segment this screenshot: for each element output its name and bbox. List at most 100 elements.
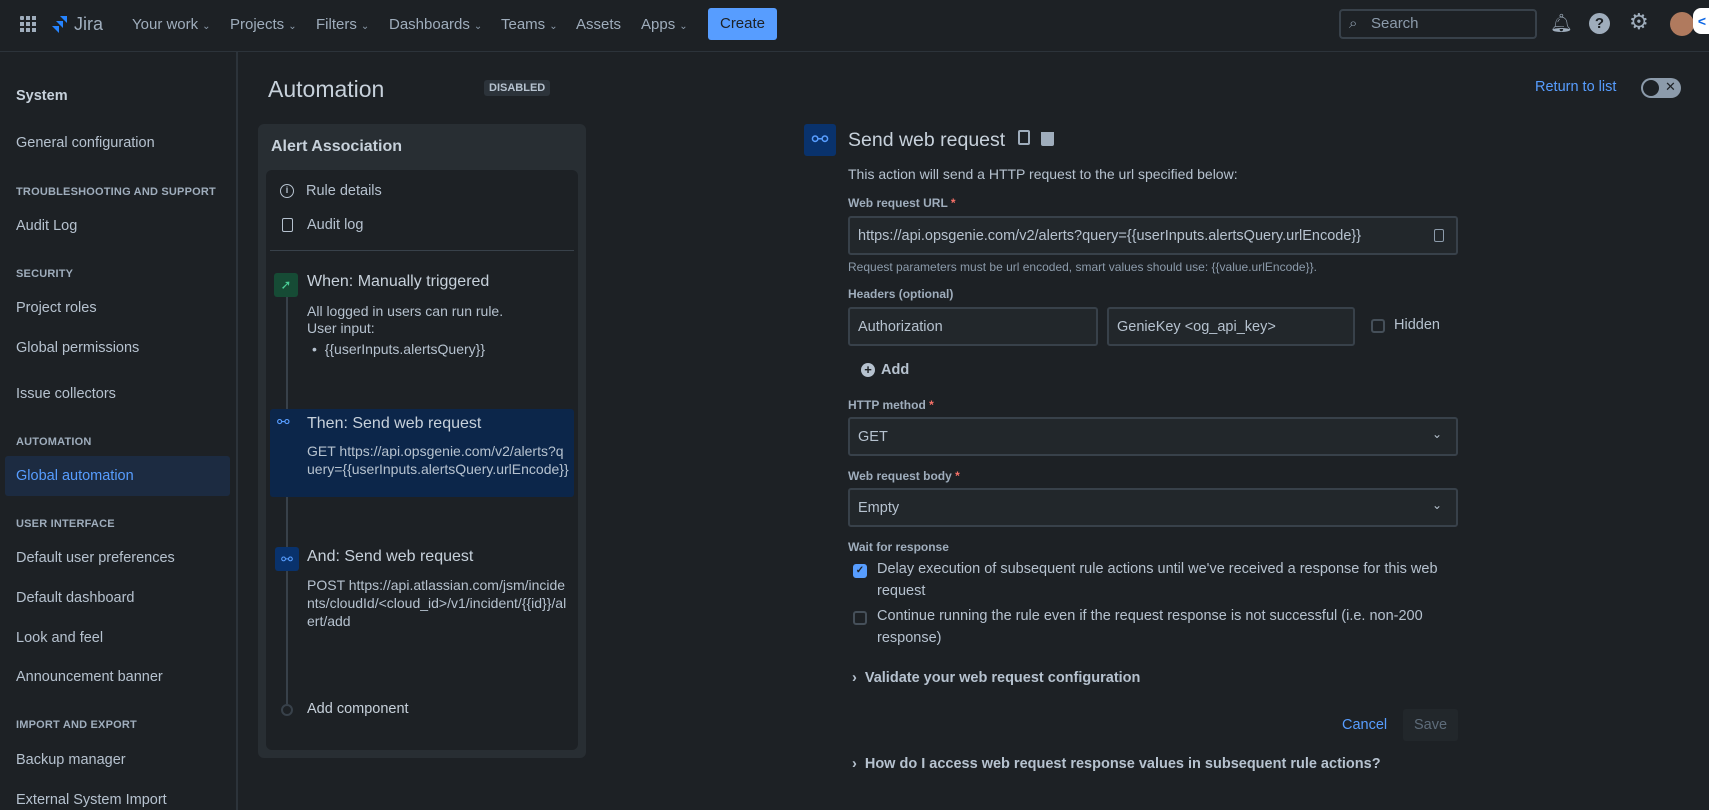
validate-expander[interactable]: › Validate your web request configuration: [852, 670, 1140, 686]
http-method-select[interactable]: GET ⌄: [848, 417, 1458, 456]
sidebar-item-default-dashboard[interactable]: Default dashboard: [16, 590, 135, 606]
app-name: Jira: [74, 14, 104, 34]
hidden-label: Hidden: [1394, 317, 1440, 333]
document-icon: [282, 218, 293, 232]
info-icon: i: [280, 184, 294, 198]
form-title: Send web request: [848, 129, 1006, 151]
chevron-down-icon: ⌄: [549, 21, 558, 32]
method-value: GET: [858, 428, 888, 445]
method-label: HTTP method *: [848, 398, 934, 412]
nav-label: Filters: [316, 16, 357, 33]
save-button[interactable]: Save: [1403, 709, 1458, 741]
required-icon: *: [929, 398, 934, 412]
nav-your-work[interactable]: Your work ⌄: [132, 16, 211, 33]
return-to-list-link[interactable]: Return to list: [1535, 79, 1616, 95]
avatar[interactable]: [1670, 12, 1694, 36]
rule-details-label: Rule details: [306, 183, 382, 199]
web-request-body-select[interactable]: Empty ⌄: [848, 488, 1458, 527]
sidebar-item-look-and-feel[interactable]: Look and feel: [16, 630, 103, 646]
audit-log-label: Audit log: [307, 217, 364, 233]
rule-name: Alert Association: [271, 138, 402, 155]
wait-label: Wait for response: [848, 540, 949, 554]
header-name-input[interactable]: Authorization: [848, 307, 1098, 346]
chevron-down-icon: ⌄: [360, 21, 370, 32]
url-value: https://api.opsgenie.com/v2/alerts?query…: [858, 227, 1362, 244]
nav-teams[interactable]: Teams ⌄: [501, 16, 558, 33]
add-label: Add: [881, 362, 910, 378]
manual-trigger-icon: ➚: [274, 273, 298, 297]
jira-logo[interactable]: Jira: [50, 14, 103, 35]
plus-circle-icon: +: [861, 363, 875, 377]
cancel-button[interactable]: Cancel: [1342, 717, 1387, 733]
page-title: Automation: [268, 76, 385, 102]
nav-dashboards[interactable]: Dashboards ⌄: [389, 16, 482, 33]
delay-checkbox[interactable]: ✓: [853, 564, 867, 578]
sidebar-item-issue-collectors[interactable]: Issue collectors: [16, 386, 116, 402]
copy-icon[interactable]: [1018, 130, 1030, 145]
then-title: Then: Send web request: [307, 415, 482, 432]
sidebar-item-global-automation[interactable]: Global automation: [16, 468, 134, 484]
smart-value-icon[interactable]: [1434, 229, 1444, 242]
add-component-button[interactable]: Add component: [307, 701, 409, 717]
nav-projects[interactable]: Projects ⌄: [230, 16, 297, 33]
sidebar-section-header: AUTOMATION: [16, 436, 92, 448]
chevron-down-icon: ⌄: [1431, 427, 1442, 441]
sidebar-item-default-user-preferences[interactable]: Default user preferences: [16, 550, 175, 566]
trigger-input-bullet: • {{userInputs.alertsQuery}}: [312, 341, 486, 357]
form-description: This action will send a HTTP request to …: [848, 166, 1238, 182]
chevron-down-icon: ⌄: [202, 21, 211, 32]
audit-log-link[interactable]: Audit log: [280, 217, 363, 233]
hidden-checkbox[interactable]: [1371, 319, 1385, 333]
nav-apps[interactable]: Apps ⌄: [641, 16, 688, 33]
webhook-icon: ⚯: [275, 547, 299, 571]
sidebar-item-project-roles[interactable]: Project roles: [16, 300, 97, 316]
sidebar-item-external-system-import[interactable]: External System Import: [16, 792, 167, 808]
nav-assets[interactable]: Assets: [576, 16, 621, 33]
sidebar-item-audit-log[interactable]: Audit Log: [16, 218, 77, 234]
howto-expander[interactable]: › How do I access web request response va…: [852, 756, 1381, 772]
then-desc: GET https://api.opsgenie.com/v2/alerts?q…: [307, 443, 569, 477]
continue-checkbox[interactable]: [853, 611, 867, 625]
jira-logo-icon: [52, 15, 67, 33]
webhook-icon: ⚯: [277, 414, 290, 431]
close-icon: ✕: [1665, 79, 1676, 94]
trigger-desc: User input:: [307, 320, 375, 336]
help-icon[interactable]: ?: [1589, 13, 1610, 34]
search-icon: ⌕: [1349, 15, 1358, 32]
collapse-panel-button[interactable]: <: [1693, 8, 1709, 34]
url-label: Web request URL *: [848, 196, 956, 210]
trigger-desc: All logged in users can run rule.: [307, 303, 504, 319]
sidebar-item-global-permissions[interactable]: Global permissions: [16, 340, 139, 356]
rule-details-link[interactable]: i Rule details: [280, 183, 382, 199]
trigger-title: When: Manually triggered: [307, 273, 490, 290]
header-value-input[interactable]: GenieKey <og_api_key>: [1107, 307, 1355, 346]
sidebar-section-header: SECURITY: [16, 268, 74, 280]
sidebar-item-backup-manager[interactable]: Backup manager: [16, 752, 126, 768]
enable-rule-toggle[interactable]: ✕: [1641, 78, 1681, 98]
create-button[interactable]: Create: [708, 8, 777, 40]
settings-icon[interactable]: ⚙: [1629, 9, 1649, 35]
header-value-value: GenieKey <og_api_key>: [1117, 318, 1276, 335]
search-placeholder: Search: [1371, 15, 1419, 32]
web-request-url-input[interactable]: https://api.opsgenie.com/v2/alerts?query…: [848, 216, 1458, 255]
sidebar-item-general-configuration[interactable]: General configuration: [16, 135, 155, 151]
body-value: Empty: [858, 499, 900, 516]
divider: [270, 250, 574, 251]
body-label-text: Web request body: [848, 469, 952, 483]
user-input-name: {{userInputs.alertsQuery}}: [324, 341, 486, 357]
delay-label: Delay execution of subsequent rule actio…: [877, 561, 1438, 599]
search-input[interactable]: ⌕ Search: [1339, 9, 1537, 39]
nav-label: Apps: [641, 16, 676, 33]
sidebar-item-announcement-banner[interactable]: Announcement banner: [16, 669, 163, 685]
notifications-icon[interactable]: 🔔︎: [1550, 13, 1573, 34]
top-navigation: Jira Your work ⌄ Projects ⌄ Filters ⌄ Dashb…: [0, 0, 1709, 52]
nav-filters[interactable]: Filters ⌄: [316, 16, 369, 33]
sidebar: System General configuration TROUBLESHOO…: [0, 52, 238, 810]
continue-label: Continue running the rule even if the re…: [877, 608, 1423, 646]
app-switcher-icon[interactable]: [20, 16, 36, 32]
header-name-value: Authorization: [858, 318, 943, 335]
add-header-button[interactable]: + Add: [861, 362, 909, 378]
and-desc: POST https://api.atlassian.com/jsm/incid…: [307, 577, 567, 629]
trash-icon[interactable]: [1041, 132, 1054, 146]
required-icon: *: [955, 469, 960, 483]
